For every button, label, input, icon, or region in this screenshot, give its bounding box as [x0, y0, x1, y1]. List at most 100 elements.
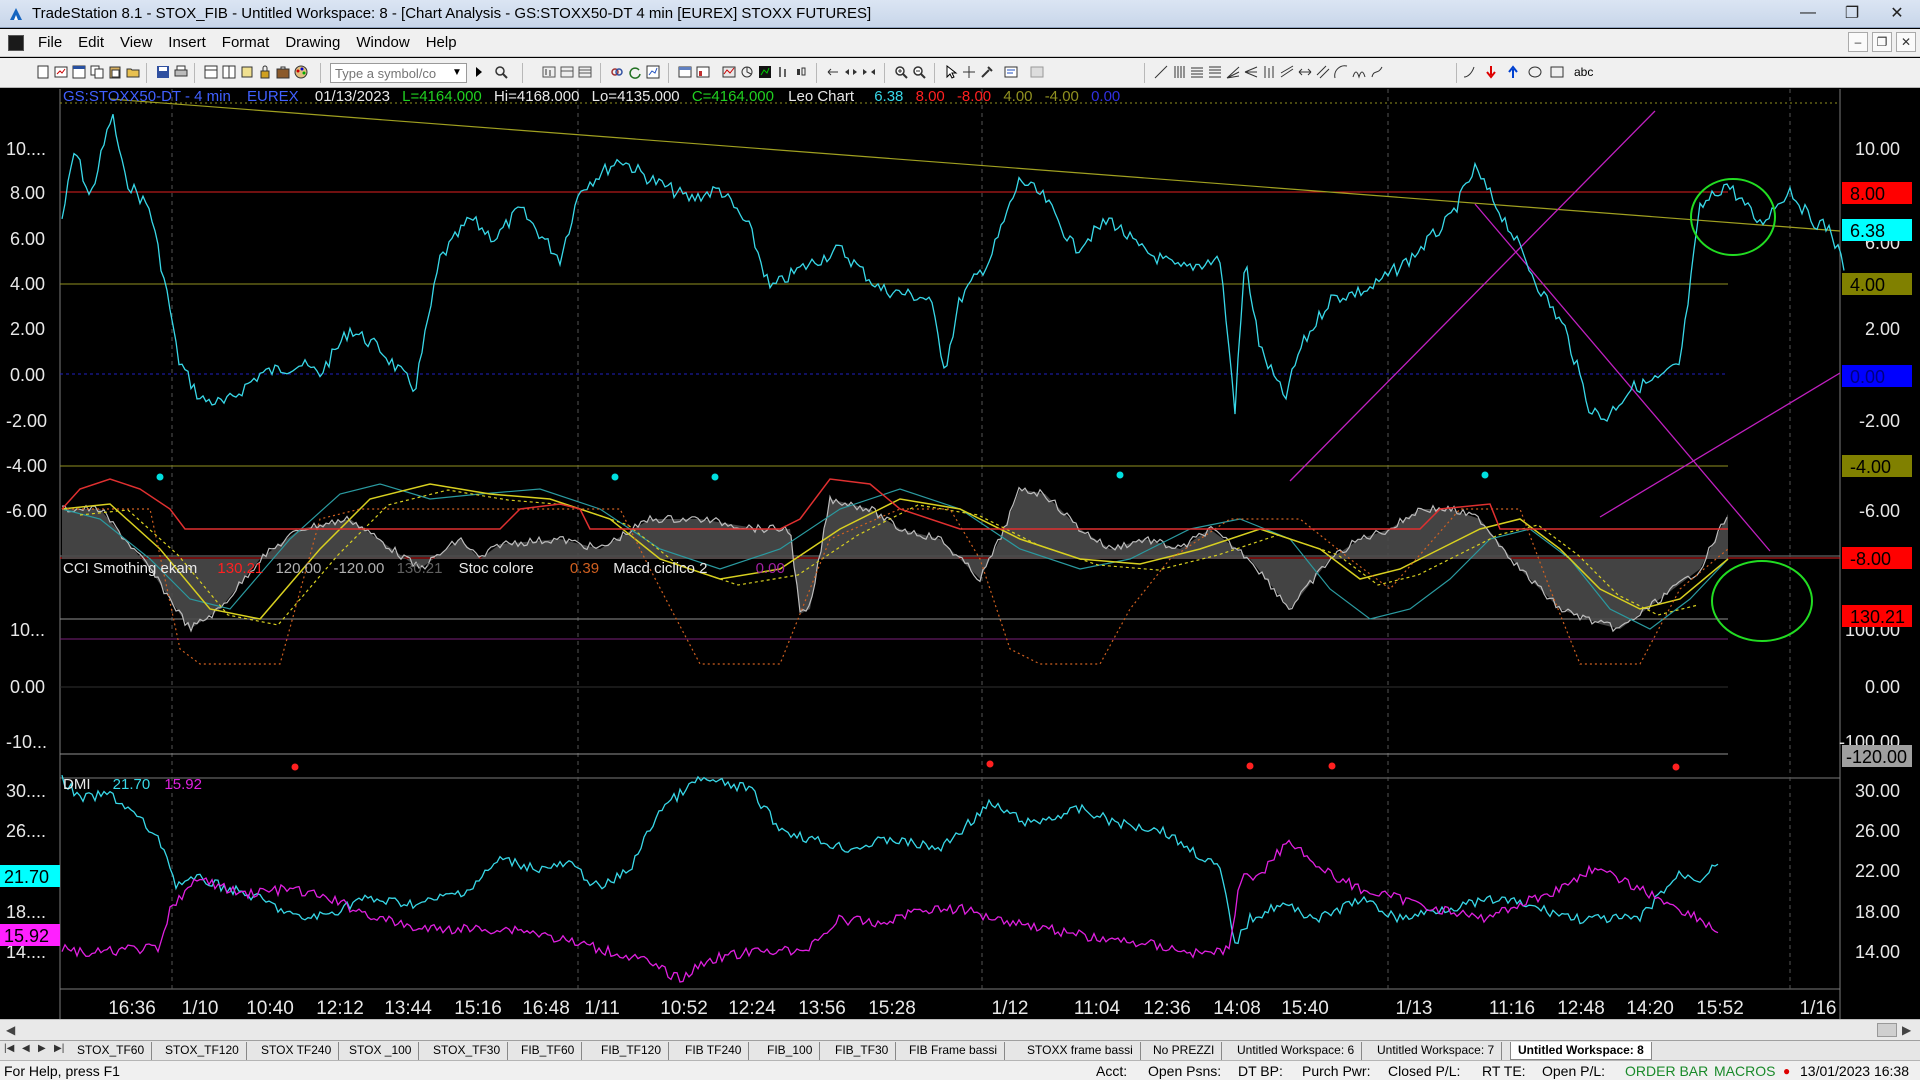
gann-icon[interactable] [1334, 65, 1348, 79]
workspace-tab[interactable]: FIB_TF60 [514, 1042, 583, 1060]
symbol-dropdown-arrow[interactable]: ▼ [449, 64, 465, 82]
chart-analysis-window[interactable]: GS:STOXX50-DT - 4 min EUREX 01/13/2023 L… [0, 89, 1920, 1019]
chart-window-icon[interactable] [8, 34, 24, 51]
chart-canvas[interactable]: GS:STOXX50-DT - 4 min EUREX 01/13/2023 L… [0, 89, 1920, 1019]
maximize-button[interactable]: ❐ [1830, 0, 1874, 26]
scroll-thumb[interactable] [1877, 1023, 1897, 1037]
tab-next-icon[interactable]: ▶ [38, 1043, 46, 1054]
cycle-icon[interactable] [1352, 65, 1366, 79]
paste-icon[interactable] [108, 65, 122, 79]
scroll-left-arrow[interactable]: ◀ [6, 1023, 15, 1037]
workspace-tab[interactable]: Untitled Workspace: 7 [1370, 1042, 1503, 1060]
menu-format[interactable]: Format [214, 34, 278, 51]
matrix-icon[interactable] [560, 65, 574, 79]
scroll-right-arrow[interactable]: ▶ [1902, 1023, 1911, 1037]
text-tool-label[interactable]: abc [1574, 65, 1593, 79]
workspace-tab[interactable]: STOX_TF120 [158, 1042, 247, 1060]
symbol-lookup-icon[interactable] [494, 65, 508, 79]
workspace-tab[interactable]: STOXX frame bassi [1020, 1042, 1141, 1060]
candle-icon[interactable] [794, 65, 808, 79]
options-icon[interactable] [1030, 65, 1044, 79]
menu-help[interactable]: Help [418, 34, 465, 51]
workspace-tab[interactable]: FIB_100 [760, 1042, 821, 1060]
symbol-input[interactable] [330, 63, 467, 83]
radar-icon[interactable] [578, 65, 592, 79]
regression-icon[interactable] [1262, 65, 1276, 79]
print-icon[interactable] [174, 65, 188, 79]
menu-edit[interactable]: Edit [70, 34, 112, 51]
analysis-icon[interactable] [740, 65, 754, 79]
workspace-tab[interactable]: FIB_TF30 [828, 1042, 897, 1060]
up-arrow-icon[interactable] [1506, 65, 1520, 79]
andrews-icon[interactable] [1244, 65, 1258, 79]
tools-icon[interactable] [980, 65, 994, 79]
status-macros[interactable]: MACROS [1714, 1063, 1775, 1079]
down-arrow-icon[interactable] [1484, 65, 1498, 79]
workspace-tab[interactable]: STOX_TF60 [70, 1042, 153, 1060]
menu-window[interactable]: Window [348, 34, 417, 51]
menu-view[interactable]: View [112, 34, 160, 51]
channel-icon[interactable] [1280, 65, 1294, 79]
tab-last-icon[interactable]: ▶| [54, 1043, 64, 1054]
refresh-icon[interactable] [628, 65, 642, 79]
fib-icon[interactable] [1208, 65, 1222, 79]
rectangle-icon[interactable] [1550, 65, 1564, 79]
curve-icon[interactable] [1462, 65, 1476, 79]
black-chart-icon[interactable] [758, 65, 772, 79]
scroll-left-icon[interactable] [826, 65, 840, 79]
workspace-tab[interactable]: FIB_TF120 [594, 1042, 670, 1060]
freehand-icon[interactable] [1370, 65, 1384, 79]
menu-insert[interactable]: Insert [160, 34, 214, 51]
workspace-tab[interactable]: FIB TF240 [678, 1042, 750, 1060]
new-chart-icon[interactable] [54, 65, 68, 79]
workspace-icon[interactable] [204, 65, 218, 79]
workspace-tab[interactable]: STOX_TF30 [426, 1042, 509, 1060]
tab-first-icon[interactable]: |◀ [4, 1043, 14, 1054]
speedlines-icon[interactable] [1226, 65, 1240, 79]
workspace-tab[interactable]: STOX _100 [342, 1042, 420, 1060]
bar-type-icon[interactable] [776, 65, 790, 79]
indicator-icon[interactable] [722, 65, 736, 79]
horizontal-lines-icon[interactable] [1190, 65, 1204, 79]
arrow-h-icon[interactable] [1298, 65, 1312, 79]
bar-chart-icon[interactable] [542, 65, 556, 79]
workspace-tab[interactable]: FIB Frame bassi [902, 1042, 1006, 1060]
menu-drawing[interactable]: Drawing [277, 34, 348, 51]
workspace-tab[interactable]: STOX TF240 [254, 1042, 340, 1060]
new-window-icon[interactable] [72, 65, 86, 79]
trendline-icon[interactable] [1154, 65, 1168, 79]
copy-icon[interactable] [90, 65, 104, 79]
zoom-in-icon[interactable] [894, 65, 908, 79]
scroll-icon[interactable] [240, 65, 254, 79]
compress-icon[interactable] [844, 65, 858, 79]
status-order-bar[interactable]: ORDER BAR [1625, 1063, 1708, 1079]
ellipse-icon[interactable] [1528, 65, 1542, 79]
menu-file[interactable]: File [30, 34, 70, 51]
briefcase-icon[interactable] [276, 65, 290, 79]
pointer-icon[interactable] [944, 65, 958, 79]
open-folder-icon[interactable] [126, 65, 140, 79]
horizontal-scrollbar[interactable]: ◀ ▶ [0, 1019, 1920, 1040]
new-icon[interactable] [36, 65, 50, 79]
format-bars-icon[interactable] [696, 65, 710, 79]
zoom-chart-icon[interactable] [646, 65, 660, 79]
link-icon[interactable] [610, 65, 624, 79]
mdi-minimize-button[interactable]: – [1848, 32, 1868, 52]
vertical-lines-icon[interactable] [1172, 65, 1186, 79]
order-icon[interactable] [1004, 65, 1018, 79]
zoom-out-icon[interactable] [912, 65, 926, 79]
workspace-tab[interactable]: Untitled Workspace: 6 [1230, 1042, 1363, 1060]
save-icon[interactable] [156, 65, 170, 79]
lock-icon[interactable] [258, 65, 272, 79]
mdi-restore-button[interactable]: ❐ [1872, 32, 1892, 52]
parallel-lines-icon[interactable] [1316, 65, 1330, 79]
layout-icon[interactable] [222, 65, 236, 79]
crosshair-icon[interactable] [962, 65, 976, 79]
workspace-tab[interactable]: Untitled Workspace: 8 [1510, 1042, 1652, 1060]
tab-prev-icon[interactable]: ◀ [22, 1043, 30, 1054]
minimize-button[interactable]: — [1786, 0, 1830, 26]
go-arrow-icon[interactable] [472, 65, 486, 79]
palette-icon[interactable] [294, 65, 308, 79]
mdi-close-button[interactable]: ✕ [1896, 32, 1916, 52]
format-window-icon[interactable] [678, 65, 692, 79]
